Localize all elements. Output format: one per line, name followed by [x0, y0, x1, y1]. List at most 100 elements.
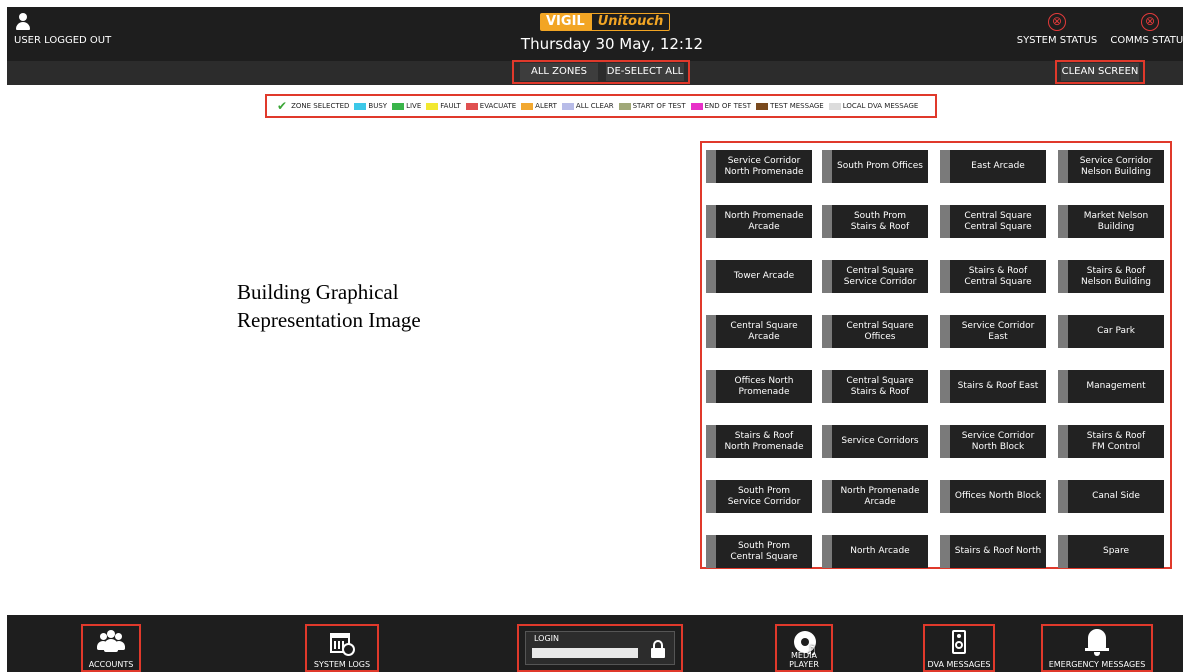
zone-label: Stairs & Roof Central Square: [964, 265, 1032, 287]
clean-screen-button[interactable]: CLEAN SCREEN: [1061, 63, 1139, 81]
zone-button[interactable]: Service Corridor East: [940, 315, 1046, 348]
dva-messages-button[interactable]: DVA MESSAGES: [923, 624, 995, 672]
zone-button[interactable]: Central Square Service Corridor: [822, 260, 928, 293]
zone-status-tab: [822, 425, 832, 458]
zone-button[interactable]: Car Park: [1058, 315, 1164, 348]
zone-button[interactable]: Offices North Promenade: [706, 370, 812, 403]
zone-button[interactable]: Stairs & Roof Central Square: [940, 260, 1046, 293]
zone-button[interactable]: Stairs & Roof Nelson Building: [1058, 260, 1164, 293]
zone-label: Service Corridor North Promenade: [724, 155, 804, 177]
zone-button[interactable]: South Prom Offices: [822, 150, 928, 183]
zone-button[interactable]: East Arcade: [940, 150, 1046, 183]
zone-button[interactable]: Stairs & Roof North Promenade: [706, 425, 812, 458]
emergency-messages-button[interactable]: EMERGENCY MESSAGES: [1041, 624, 1153, 672]
zone-status-tab: [706, 535, 716, 568]
vigil-unitouch-screen: USER LOGGED OUT VIGIL Unitouch Thursday …: [0, 0, 1183, 672]
zone-button[interactable]: Stairs & Roof FM Control: [1058, 425, 1164, 458]
system-status[interactable]: ⊗ SYSTEM STATUS: [1012, 13, 1102, 46]
legend-swatch: [690, 102, 703, 110]
zone-label: Service Corridors: [841, 436, 919, 446]
legend-swatch: [354, 102, 367, 110]
legend-item: START OF TEST: [618, 102, 686, 110]
zone-label: South Prom Stairs & Roof: [850, 210, 910, 232]
legend-item: ALL CLEAR: [561, 102, 614, 110]
zone-selection-buttons: ALL ZONES DE-SELECT ALL: [512, 60, 690, 84]
legend-swatch: [756, 102, 769, 110]
user-status[interactable]: USER LOGGED OUT: [14, 13, 111, 46]
placeholder-line-2: Representation Image: [237, 308, 421, 332]
legend-items: BUSY LIVE FAULT EVACUATE ALERT ALL CLEAR START…: [354, 102, 923, 110]
zone-status-tab: [706, 260, 716, 293]
zone-button[interactable]: South Prom Service Corridor: [706, 480, 812, 513]
zone-status-tab: [1058, 535, 1068, 568]
zone-status-tab: [706, 425, 716, 458]
zone-button[interactable]: South Prom Stairs & Roof: [822, 205, 928, 238]
zone-status-tab: [940, 480, 950, 513]
building-image-placeholder: Building Graphical Representation Image: [237, 278, 557, 334]
zone-grid: Service Corridor North Promenade South Pr…: [700, 141, 1172, 569]
zone-button[interactable]: Spare: [1058, 535, 1164, 568]
legend-swatch: [426, 102, 439, 110]
zone-label: South Prom Service Corridor: [727, 485, 801, 507]
deselect-all-button[interactable]: DE-SELECT ALL: [606, 63, 684, 81]
zone-label: Central Square Central Square: [964, 210, 1032, 232]
speaker-icon: [945, 629, 973, 657]
login-input[interactable]: [532, 648, 638, 658]
zone-button[interactable]: Central Square Arcade: [706, 315, 812, 348]
zone-button[interactable]: Central Square Central Square: [940, 205, 1046, 238]
legend-item: ALERT: [521, 102, 557, 110]
zone-status-tab: [1058, 370, 1068, 403]
all-zones-button[interactable]: ALL ZONES: [520, 63, 598, 81]
zone-button[interactable]: North Arcade: [822, 535, 928, 568]
zone-label: Central Square Offices: [846, 320, 914, 342]
zone-label: Offices North Promenade: [734, 375, 794, 397]
zone-button[interactable]: Central Square Offices: [822, 315, 928, 348]
zone-status-tab: [706, 205, 716, 238]
zone-label: Stairs & Roof North Promenade: [724, 430, 804, 452]
system-logs-button[interactable]: SYSTEM LOGS: [305, 624, 379, 672]
zone-button[interactable]: Service Corridor Nelson Building: [1058, 150, 1164, 183]
media-player-button[interactable]: ♫ MEDIA PLAYER: [775, 624, 833, 672]
zone-button[interactable]: Stairs & Roof North: [940, 535, 1046, 568]
user-icon: [16, 13, 30, 31]
zone-label: Stairs & Roof FM Control: [1086, 430, 1146, 452]
zone-label: Central Square Arcade: [730, 320, 798, 342]
legend-zone-selected: ✔ ZONE SELECTED: [277, 99, 350, 113]
zone-button[interactable]: Tower Arcade: [706, 260, 812, 293]
zone-status-tab: [822, 205, 832, 238]
zone-button[interactable]: South Prom Central Square: [706, 535, 812, 568]
legend-item: FAULT: [426, 102, 461, 110]
calendar-clock-icon: [328, 629, 356, 657]
zone-status-tab: [1058, 260, 1068, 293]
placeholder-line-1: Building Graphical: [237, 280, 399, 304]
zone-label: South Prom Central Square: [730, 540, 798, 562]
zone-status-tab: [940, 370, 950, 403]
people-icon: [97, 629, 125, 657]
logo-vigil: VIGIL: [540, 13, 591, 31]
legend-item: LIVE: [392, 102, 421, 110]
zone-status-tab: [940, 150, 950, 183]
zone-button[interactable]: North Promenade Arcade: [706, 205, 812, 238]
clean-screen-wrap: CLEAN SCREEN: [1055, 60, 1145, 84]
zone-button[interactable]: Market Nelson Building: [1058, 205, 1164, 238]
media-player-label: MEDIA PLAYER: [789, 651, 819, 669]
zone-button[interactable]: Stairs & Roof East: [940, 370, 1046, 403]
zone-button[interactable]: Service Corridor North Promenade: [706, 150, 812, 183]
dva-messages-label: DVA MESSAGES: [927, 660, 991, 669]
comms-status[interactable]: ⊗ COMMS STATUS: [1110, 13, 1183, 46]
zone-label: North Promenade Arcade: [840, 485, 920, 507]
zone-button[interactable]: Management: [1058, 370, 1164, 403]
accounts-button[interactable]: ACCOUNTS: [81, 624, 141, 672]
legend-label: LIVE: [406, 102, 422, 110]
zone-label: North Arcade: [850, 546, 910, 556]
emergency-messages-label: EMERGENCY MESSAGES: [1048, 660, 1146, 669]
logo-unitouch: Unitouch: [590, 13, 671, 31]
zone-button[interactable]: Canal Side: [1058, 480, 1164, 513]
zone-label: South Prom Offices: [837, 161, 923, 171]
zone-button[interactable]: North Promenade Arcade: [822, 480, 928, 513]
zone-button[interactable]: Offices North Block: [940, 480, 1046, 513]
lock-icon[interactable]: [650, 640, 666, 658]
zone-button[interactable]: Service Corridors: [822, 425, 928, 458]
zone-button[interactable]: Central Square Stairs & Roof: [822, 370, 928, 403]
zone-button[interactable]: Service Corridor North Block: [940, 425, 1046, 458]
